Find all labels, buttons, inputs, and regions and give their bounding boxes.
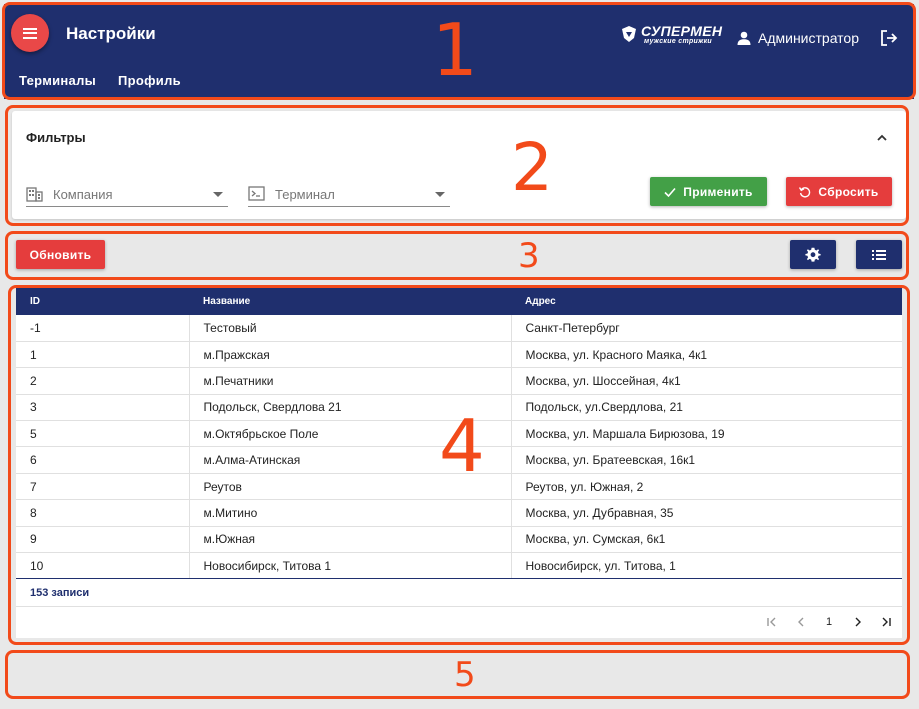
table-row[interactable]: 1 м.Пражская Москва, ул. Красного Маяка, 4… <box>16 341 902 369</box>
last-page-button[interactable] <box>878 614 894 630</box>
chevron-right-icon <box>855 617 861 627</box>
column-header-id[interactable]: ID <box>16 288 189 315</box>
cell-id: 7 <box>16 473 189 501</box>
cell-address: Москва, ул. Шоссейная, 4к1 <box>510 367 902 395</box>
check-icon <box>664 187 676 197</box>
cell-address: Новосибирск, ул. Титова, 1 <box>510 552 902 580</box>
chevron-up-icon[interactable] <box>875 131 889 145</box>
cell-address: Подольск, ул.Свердлова, 21 <box>510 394 902 422</box>
cell-id: 5 <box>16 420 189 448</box>
cell-name: Новосибирск, Титова 1 <box>188 552 511 580</box>
cell-name: Тестовый <box>188 315 511 342</box>
reset-icon <box>799 186 811 198</box>
settings-button[interactable] <box>790 240 836 269</box>
cell-name: м.Митино <box>188 499 511 527</box>
terminal-icon <box>248 186 265 201</box>
refresh-button[interactable]: Обновить <box>16 240 105 269</box>
reset-button[interactable]: Сбросить <box>786 177 892 206</box>
cell-name: Реутов <box>188 473 511 501</box>
cell-address: Москва, ул. Маршала Бирюзова, 19 <box>510 420 902 448</box>
logout-icon[interactable] <box>879 28 899 48</box>
cell-address: Санкт-Петербург <box>510 315 902 342</box>
app-window: Настройки Терминалы Профиль СУПЕРМЕН муж… <box>0 0 919 709</box>
company-select[interactable]: Компания <box>26 181 228 207</box>
current-page[interactable]: 1 <box>821 614 837 630</box>
cell-name: м.Печатники <box>188 367 511 395</box>
terminals-table-card: ID Название Адрес -1 Тестовый Санкт-Петерб… <box>16 288 902 638</box>
cell-address: Москва, ул. Сумская, 6к1 <box>510 526 902 554</box>
next-page-button[interactable] <box>850 614 866 630</box>
last-page-icon <box>882 617 891 627</box>
table-row[interactable]: 7 Реутов Реутов, ул. Южная, 2 <box>16 473 902 501</box>
shield-icon <box>622 26 636 42</box>
cell-id: 6 <box>16 446 189 474</box>
terminals-table: ID Название Адрес -1 Тестовый Санкт-Петерб… <box>16 288 902 580</box>
gear-icon <box>805 247 821 262</box>
apply-button[interactable]: Применить <box>650 177 767 206</box>
table-row[interactable]: 2 м.Печатники Москва, ул. Шоссейная, 4к1 <box>16 367 902 395</box>
filters-title: Фильтры <box>26 130 86 145</box>
column-header-name[interactable]: Название <box>189 288 511 315</box>
cell-name: Подольск, Свердлова 21 <box>188 394 511 422</box>
cell-id: 2 <box>16 367 189 395</box>
table-row[interactable]: 3 Подольск, Свердлова 21 Подольск, ул.Свер… <box>16 394 902 422</box>
terminal-select[interactable]: Терминал <box>248 181 450 207</box>
prev-page-button[interactable] <box>793 614 809 630</box>
table-row[interactable]: -1 Тестовый Санкт-Петербург <box>16 315 902 342</box>
table-row[interactable]: 5 м.Октябрьское Поле Москва, ул. Маршала Б… <box>16 420 902 448</box>
brand-logo: СУПЕРМЕН мужские стрижки <box>622 23 726 49</box>
filters-panel: Фильтры Компания Терминал Применить Сбро… <box>12 111 906 219</box>
cell-name: м.Октябрьское Поле <box>188 420 511 448</box>
logo-subtext: мужские стрижки <box>644 38 713 45</box>
cell-id: 1 <box>16 341 189 369</box>
building-icon <box>26 187 43 202</box>
cell-id: 10 <box>16 552 189 580</box>
cell-name: м.Алма-Атинская <box>188 446 511 474</box>
footer-area <box>8 653 910 698</box>
company-label: Компания <box>53 187 113 202</box>
cell-name: м.Пражская <box>188 341 511 369</box>
divider <box>16 606 902 607</box>
first-page-button[interactable] <box>764 614 780 630</box>
caret-down-icon <box>435 192 445 197</box>
columns-button[interactable] <box>856 240 902 269</box>
chevron-left-icon <box>797 617 803 627</box>
pagination: 1 <box>764 613 894 631</box>
first-page-icon <box>767 617 776 627</box>
hamburger-menu-icon <box>23 27 37 39</box>
page-title: Настройки <box>66 24 156 43</box>
caret-down-icon <box>213 192 223 197</box>
table-row[interactable]: 10 Новосибирск, Титова 1 Новосибирск, ул. … <box>16 552 902 580</box>
tab-terminals[interactable]: Терминалы <box>19 73 96 88</box>
user-name: Администратор <box>758 30 860 46</box>
app-header: Настройки Терминалы Профиль СУПЕРМЕН муж… <box>4 4 914 99</box>
list-icon <box>872 249 886 260</box>
cell-id: 9 <box>16 526 189 554</box>
terminal-label: Терминал <box>275 187 335 202</box>
table-row[interactable]: 9 м.Южная Москва, ул. Сумская, 6к1 <box>16 526 902 554</box>
table-row[interactable]: 6 м.Алма-Атинская Москва, ул. Братеевская,… <box>16 446 902 474</box>
apply-label: Применить <box>683 184 753 199</box>
cell-id: 3 <box>16 394 189 422</box>
cell-id: -1 <box>16 315 189 342</box>
cell-address: Москва, ул. Братеевская, 16к1 <box>510 446 902 474</box>
table-row[interactable]: 8 м.Митино Москва, ул. Дубравная, 35 <box>16 499 902 527</box>
cell-address: Москва, ул. Красного Маяка, 4к1 <box>510 341 902 369</box>
column-header-address[interactable]: Адрес <box>511 288 902 315</box>
cell-address: Реутов, ул. Южная, 2 <box>510 473 902 501</box>
user-icon <box>737 31 751 45</box>
cell-address: Москва, ул. Дубравная, 35 <box>510 499 902 527</box>
tab-profile[interactable]: Профиль <box>118 73 181 88</box>
user-menu[interactable]: Администратор <box>737 30 859 46</box>
logo-text: СУПЕРМЕН <box>641 23 723 39</box>
table-body: -1 Тестовый Санкт-Петербург 1 м.Пражская Моск… <box>16 315 902 580</box>
cell-name: м.Южная <box>188 526 511 554</box>
menu-button[interactable] <box>11 14 49 52</box>
cell-id: 8 <box>16 499 189 527</box>
toolbar: Обновить <box>8 234 910 277</box>
table-header-row: ID Название Адрес <box>16 288 902 315</box>
reset-label: Сбросить <box>818 184 879 199</box>
records-count: 153 записи <box>30 587 90 599</box>
